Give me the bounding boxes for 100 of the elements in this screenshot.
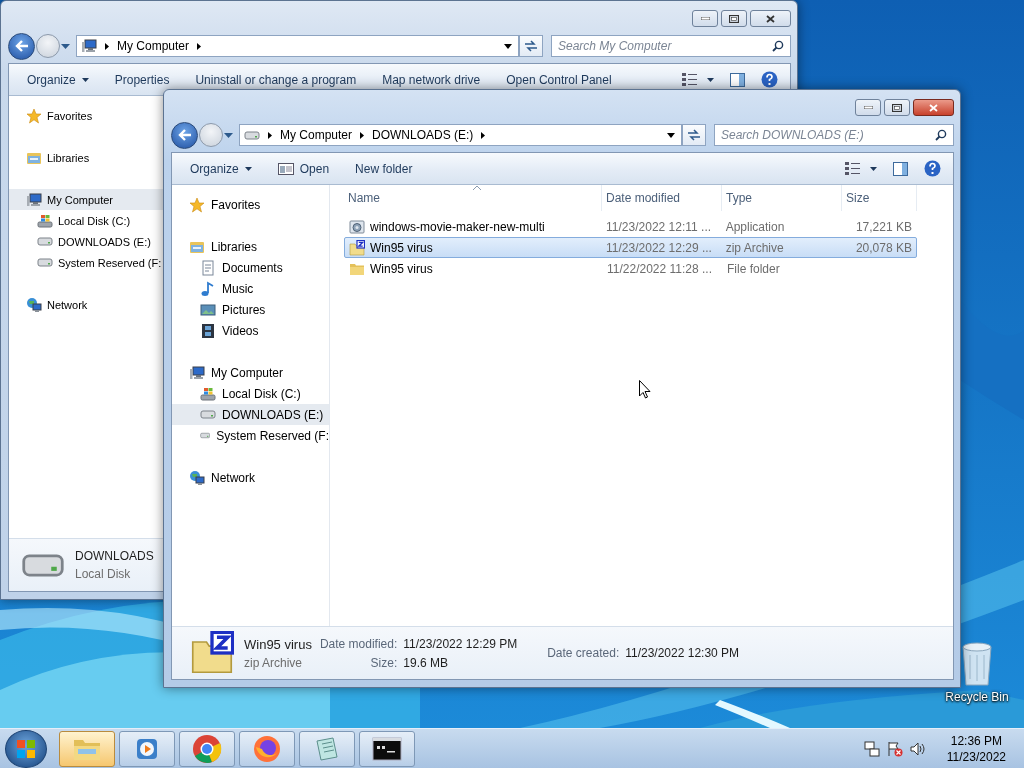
network-icon[interactable] (863, 740, 880, 757)
start-button[interactable] (5, 729, 47, 768)
file-name: windows-movie-maker-new-multi (370, 219, 545, 234)
address-bar[interactable]: My Computer (76, 35, 519, 57)
nav-item[interactable]: System Reserved (F: (172, 425, 329, 446)
nav-item[interactable]: Pictures (172, 299, 329, 320)
preview-pane-button[interactable] (891, 161, 910, 176)
open-button[interactable]: Open (273, 161, 334, 176)
toolbar-button[interactable]: Properties (110, 72, 174, 87)
close-button[interactable] (913, 99, 954, 116)
pane-icon (893, 161, 908, 176)
chevron-icon[interactable] (268, 131, 272, 139)
minimize-icon (863, 106, 873, 109)
nav-item[interactable]: Libraries (172, 236, 329, 257)
nav-item[interactable]: Favorites (9, 105, 166, 126)
refresh-button[interactable] (519, 35, 543, 57)
chevron-icon[interactable] (360, 131, 365, 139)
taskbar-button[interactable] (359, 730, 415, 767)
breadcrumb[interactable]: My Computer (280, 128, 353, 142)
back-button[interactable] (8, 32, 35, 60)
nav-item[interactable]: Network (172, 467, 329, 488)
property-label: Date modified: (319, 636, 398, 651)
property-label: Size: (369, 655, 398, 670)
refresh-icon (687, 129, 701, 141)
windows-logo-icon (17, 739, 35, 758)
dropdown-caret-icon[interactable] (61, 43, 70, 49)
nav-item[interactable]: Documents (172, 257, 329, 278)
clock[interactable]: 12:36 PM 11/23/2022 (946, 732, 1006, 765)
nav-item[interactable]: DOWNLOADS (E:) (9, 231, 166, 252)
nav-item[interactable]: Videos (172, 320, 329, 341)
breadcrumb[interactable]: My Computer (117, 39, 190, 53)
drive-icon (37, 212, 53, 229)
preview-pane-button[interactable] (728, 72, 747, 87)
application-icon (349, 218, 365, 235)
date-cell-text: 11/23/2022 12:11 ... (605, 219, 713, 234)
back-button[interactable] (171, 121, 198, 149)
nav-item[interactable]: System Reserved (F: (9, 252, 166, 273)
nav-item[interactable]: Local Disk (C:) (9, 210, 166, 231)
clock-time: 12:36 PM (950, 732, 1003, 749)
notepad-icon (313, 734, 341, 763)
maximize-button[interactable] (721, 10, 747, 27)
nav-item[interactable]: Libraries (9, 147, 166, 168)
nav-item[interactable]: Music (172, 278, 329, 299)
toolbar-button[interactable]: New folder (351, 161, 417, 176)
search-field[interactable]: Search My Computer (551, 35, 791, 57)
speaker-icon[interactable] (909, 740, 926, 757)
maximize-button[interactable] (884, 99, 910, 116)
view-options-button[interactable] (680, 73, 716, 86)
list-view-icon (682, 73, 697, 86)
view-options-button[interactable] (843, 162, 879, 175)
toolbar-button[interactable]: Open Control Panel (502, 72, 616, 87)
dropdown-caret-icon[interactable] (224, 132, 233, 138)
drive-icon (37, 237, 53, 246)
chevron-icon[interactable] (481, 131, 486, 139)
nav-item[interactable]: Network (9, 294, 166, 315)
window-icon (277, 162, 294, 175)
column-header[interactable]: Name (344, 185, 602, 211)
close-button[interactable] (750, 10, 791, 27)
drive-icon (200, 385, 216, 402)
refresh-button[interactable] (682, 124, 706, 146)
file-row[interactable]: Win95 virus 11/22/2022 11:28 ... File folder (344, 258, 917, 279)
refresh-icon (524, 40, 538, 52)
file-row[interactable]: Win95 virus 11/23/2022 12:29 ... zip Archive 20,078 KB (344, 237, 917, 258)
clock-date: 11/23/2022 (946, 748, 1006, 765)
nav-item[interactable]: Local Disk (C:) (172, 383, 329, 404)
breadcrumb[interactable]: DOWNLOADS (E:) (372, 128, 474, 142)
organize-menu[interactable]: Organize (23, 72, 93, 87)
column-header[interactable]: Date modified (602, 185, 722, 211)
search-field[interactable]: Search DOWNLOADS (E:) (714, 124, 954, 146)
caret-icon[interactable] (667, 132, 675, 138)
address-bar[interactable]: My Computer DOWNLOADS (E:) (239, 124, 682, 146)
drive-icon (21, 552, 65, 578)
caret-icon[interactable] (504, 43, 512, 49)
minimize-icon (700, 17, 710, 20)
flag-icon[interactable] (886, 740, 903, 757)
file-row[interactable]: windows-movie-maker-new-multi 11/23/2022 12:11 ... Application 17,221 KB (344, 216, 917, 237)
help-button[interactable] (759, 71, 780, 88)
organize-menu[interactable]: Organize (186, 161, 256, 176)
nav-item[interactable]: My Computer (172, 362, 329, 383)
date-cell-text: 11/23/2022 12:29 ... (605, 240, 713, 255)
help-icon (761, 71, 778, 88)
chevron-icon[interactable] (197, 42, 202, 50)
document-icon (200, 259, 216, 276)
caret-icon (81, 77, 89, 82)
restore-icon (892, 103, 902, 112)
computer-icon (81, 38, 97, 54)
nav-item[interactable]: My Computer (9, 189, 166, 210)
toolbar-button[interactable]: Uninstall or change a program (191, 72, 361, 87)
date-cell-text: 11/22/2022 11:28 ... (606, 261, 713, 276)
toolbar-button[interactable]: Map network drive (378, 72, 485, 87)
chevron-icon[interactable] (105, 42, 109, 50)
recycle-bin-icon[interactable] (960, 641, 994, 687)
star-icon (26, 107, 42, 124)
type-cell-text: Application (724, 219, 786, 234)
nav-item[interactable]: Favorites (172, 194, 329, 215)
type-cell-text: zip Archive (724, 240, 785, 255)
column-header[interactable]: Size (842, 185, 917, 211)
column-header[interactable]: Type (722, 185, 842, 211)
help-button[interactable] (922, 160, 943, 177)
nav-item[interactable]: DOWNLOADS (E:) (172, 404, 329, 425)
